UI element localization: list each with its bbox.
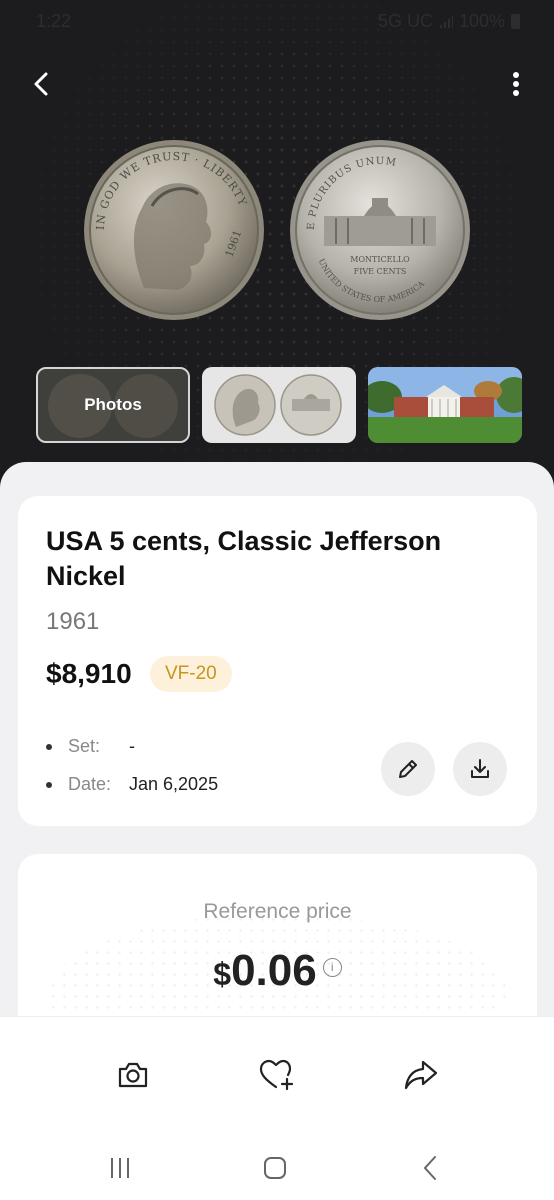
photo-thumbnails: Photos — [36, 367, 522, 443]
detail-value: Jan 6,2025 — [129, 774, 219, 794]
kebab-menu-icon — [513, 72, 519, 96]
obverse-coin-image[interactable]: IN GOD WE TRUST · LIBERTY 1961 — [82, 138, 266, 322]
battery-icon — [511, 14, 520, 29]
coin-info-card: USA 5 cents, Classic Jefferson Nickel 19… — [18, 496, 537, 826]
coin-year: 1961 — [46, 608, 100, 635]
camera-button[interactable] — [111, 1053, 155, 1097]
download-button[interactable] — [453, 742, 507, 796]
detail-row-date: Date: Jan 6,2025 — [46, 774, 218, 795]
system-back-button[interactable] — [414, 1151, 448, 1185]
status-time: 1:22 — [36, 11, 72, 31]
detail-key: Date: — [68, 774, 112, 794]
status-bar: 1:22 5G UC 100% — [0, 0, 554, 44]
edit-button[interactable] — [381, 742, 435, 796]
bottom-action-bar — [0, 1016, 554, 1200]
coins-thumbnail-image — [214, 374, 342, 436]
pencil-icon — [399, 760, 417, 778]
detail-value: - — [129, 736, 135, 756]
reference-price: $0.06 i — [18, 946, 537, 996]
thumbnail-obverse-reverse[interactable] — [202, 367, 356, 443]
status-indicators: 5G UC 100% — [378, 11, 520, 32]
system-navigation-bar — [0, 1145, 554, 1189]
heart-plus-icon — [259, 1059, 294, 1091]
signal-icon — [439, 15, 453, 28]
reference-value: 0.06 — [231, 946, 317, 995]
home-icon — [264, 1157, 286, 1179]
more-options-button[interactable] — [504, 66, 528, 102]
download-icon — [471, 759, 489, 778]
reference-label: Reference price — [203, 900, 352, 923]
battery-label: 100% — [458, 11, 505, 31]
thumbnail-label: Photos — [84, 395, 142, 414]
share-icon — [404, 1060, 438, 1090]
camera-icon — [118, 1062, 148, 1088]
home-button[interactable] — [258, 1151, 292, 1185]
thumbnail-monticello[interactable] — [368, 367, 522, 443]
coin-title: USA 5 cents, Classic Jefferson Nickel — [46, 526, 442, 592]
monticello-photo-image — [368, 367, 522, 443]
bullet-icon — [46, 781, 52, 788]
grade-badge: VF-20 — [150, 656, 232, 692]
bullet-icon — [46, 743, 52, 750]
details-sheet: USA 5 cents, Classic Jefferson Nickel 19… — [0, 462, 554, 1054]
svg-text:FIVE CENTS: FIVE CENTS — [354, 267, 407, 276]
detail-row-set: Set: - — [46, 736, 135, 757]
reference-currency: $ — [213, 956, 232, 992]
coin-images: IN GOD WE TRUST · LIBERTY 1961 E PLURIBU… — [82, 138, 472, 322]
svg-text:MONTICELLO: MONTICELLO — [350, 255, 410, 264]
share-button[interactable] — [399, 1053, 443, 1097]
thumbnail-photos[interactable]: Photos — [36, 367, 190, 443]
arrow-left-icon — [34, 72, 48, 96]
chevron-left-icon — [423, 1156, 436, 1180]
recent-apps-button[interactable] — [103, 1151, 137, 1185]
recent-apps-icon — [111, 1158, 129, 1178]
reverse-coin-image[interactable]: E PLURIBUS UNUM MONTICELLO FIVE CENTS UN… — [288, 138, 472, 322]
coin-price: $8,910 — [46, 658, 132, 689]
add-favorite-button[interactable] — [255, 1053, 299, 1097]
back-button[interactable] — [26, 66, 58, 102]
detail-key: Set: — [68, 736, 101, 756]
info-icon[interactable]: i — [322, 958, 342, 977]
network-label: 5G UC — [377, 11, 433, 31]
